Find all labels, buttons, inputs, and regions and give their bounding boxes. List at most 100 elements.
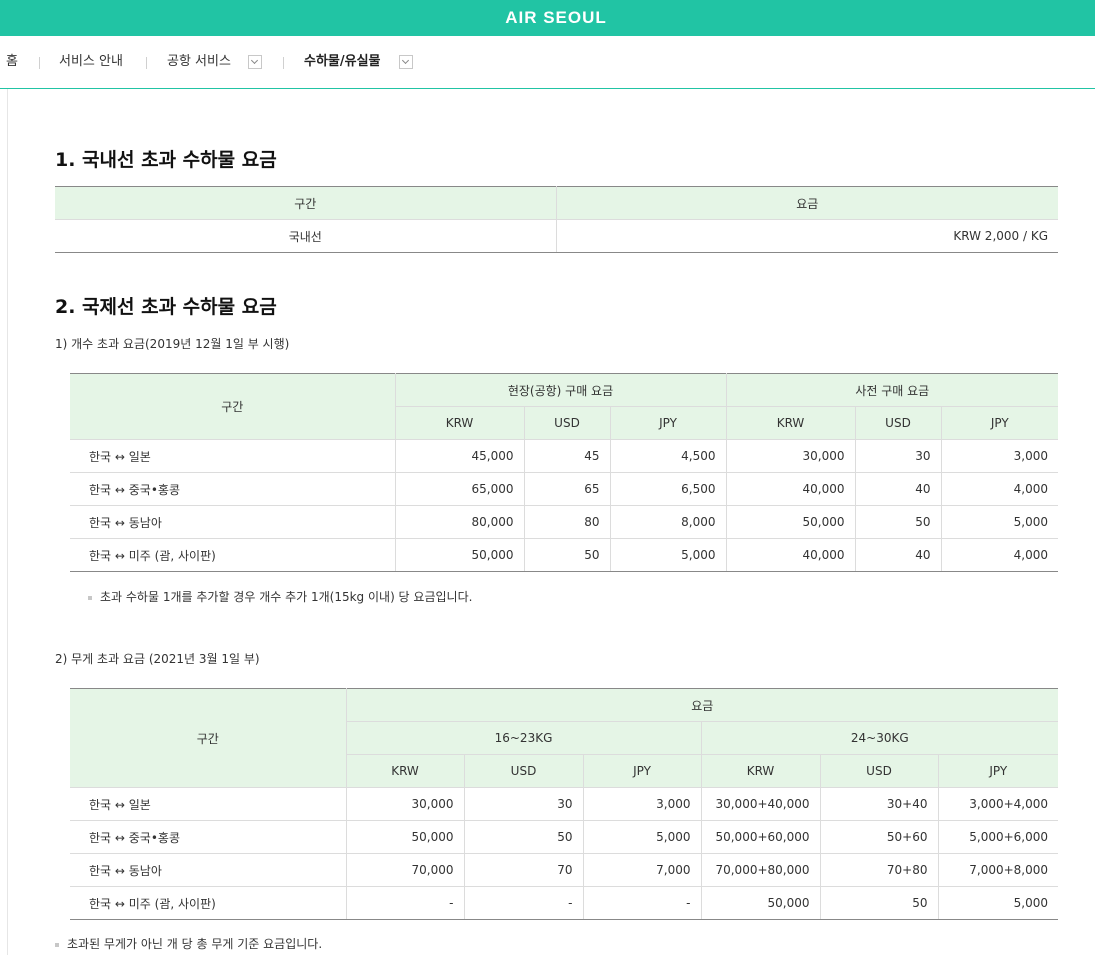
breadcrumb-home[interactable]: 홈 — [6, 36, 18, 88]
weight-fee-note: 초과된 무게가 아닌 개 당 총 무게 기준 요금입니다. — [55, 935, 322, 952]
weight-fee-subtitle: 2) 무게 초과 요금 (2021년 3월 1일 부) — [55, 652, 260, 666]
route-cell: 한국 ↔ 중국•홍콩 — [70, 820, 347, 854]
route-cell: 한국 ↔ 일본 — [70, 787, 347, 821]
fee-cell: 40 — [855, 538, 942, 572]
fee-cell: 50,000+60,000 — [701, 820, 821, 854]
fee-cell: 50,000 — [346, 820, 465, 854]
fee-cell: 50,000 — [395, 538, 525, 572]
fee-cell: 5,000 — [610, 538, 727, 572]
fee-cell: 30,000 — [346, 787, 465, 821]
header-currency: KRW — [395, 406, 525, 440]
header-currency: JPY — [610, 406, 727, 440]
domestic-fee-table: 구간 요금 국내선 KRW 2,000 / KG — [55, 186, 1058, 253]
note-text: 초과 수하물 1개를 추가할 경우 개수 추가 1개(15kg 이내) 당 요금… — [100, 590, 473, 604]
fee-cell: 70,000+80,000 — [701, 853, 821, 887]
table-row: 한국 ↔ 중국•홍콩 65,000 65 6,500 40,000 40 4,0… — [70, 472, 1059, 506]
fee-cell: 50 — [855, 505, 942, 539]
breadcrumb-service-info[interactable]: 서비스 안내 — [59, 36, 123, 88]
header-band-16-23: 16~23KG — [346, 721, 702, 755]
fee-cell: 80,000 — [395, 505, 525, 539]
header-route: 구간 — [70, 688, 347, 788]
fee-cell: 4,500 — [610, 439, 727, 473]
domestic-section-title: 1. 국내선 초과 수하물 요금 — [55, 149, 277, 171]
fee-cell: 5,000 — [938, 886, 1059, 920]
header-currency: KRW — [346, 754, 465, 788]
chevron-down-icon[interactable] — [399, 55, 413, 69]
breadcrumb-separator — [146, 57, 147, 69]
table-row: 한국 ↔ 동남아 80,000 80 8,000 50,000 50 5,000 — [70, 505, 1059, 539]
route-cell: 한국 ↔ 미주 (괌, 사이판) — [70, 538, 396, 572]
breadcrumb-separator — [39, 57, 40, 69]
piece-fee-note: 초과 수하물 1개를 추가할 경우 개수 추가 1개(15kg 이내) 당 요금… — [88, 588, 472, 605]
bullet-icon — [55, 942, 59, 947]
fee-cell: 70,000 — [346, 853, 465, 887]
fee-cell: KRW 2,000 / KG — [556, 219, 1058, 253]
fee-cell: 50,000 — [701, 886, 821, 920]
weight-fee-table: 구간 요금 16~23KG 24~30KG KRW USD JPY KRW US… — [70, 688, 1059, 920]
header-currency: KRW — [726, 406, 856, 440]
table-row: 한국 ↔ 일본 45,000 45 4,500 30,000 30 3,000 — [70, 439, 1059, 473]
fee-cell: 3,000 — [583, 787, 702, 821]
note-text: 초과된 무게가 아닌 개 당 총 무게 기준 요금입니다. — [67, 937, 323, 951]
route-cell: 한국 ↔ 동남아 — [70, 853, 347, 887]
fee-cell: 70 — [464, 853, 584, 887]
fee-cell: - — [346, 886, 465, 920]
header-currency: JPY — [941, 406, 1059, 440]
top-header-bar: AIR SEOUL — [0, 0, 1095, 36]
fee-cell: 40,000 — [726, 538, 856, 572]
table-row: 한국 ↔ 일본 30,000 30 3,000 30,000+40,000 30… — [70, 787, 1059, 821]
fee-cell: 30+40 — [820, 787, 939, 821]
fee-cell: 50 — [820, 886, 939, 920]
fee-cell: 70+80 — [820, 853, 939, 887]
fee-cell: 50,000 — [726, 505, 856, 539]
table-header-row: 구간 현장(공항) 구매 요금 사전 구매 요금 — [70, 373, 1059, 440]
fee-cell: 45,000 — [395, 439, 525, 473]
fee-cell: - — [583, 886, 702, 920]
international-section-title: 2. 국제선 초과 수하물 요금 — [55, 296, 277, 318]
fee-cell: 3,000+4,000 — [938, 787, 1059, 821]
fee-cell: 30 — [855, 439, 942, 473]
table-header-row: 구간 요금 — [55, 186, 1058, 220]
route-cell: 한국 ↔ 일본 — [70, 439, 396, 473]
fee-cell: 50 — [524, 538, 611, 572]
fee-cell: 4,000 — [941, 538, 1059, 572]
breadcrumb: 홈 서비스 안내 공항 서비스 수하물/유실물 — [0, 36, 1095, 89]
fee-cell: 5,000 — [941, 505, 1059, 539]
fee-cell: 8,000 — [610, 505, 727, 539]
fee-cell: 3,000 — [941, 439, 1059, 473]
header-advance-fee: 사전 구매 요금 — [726, 373, 1059, 407]
table-header-row: 구간 요금 — [70, 688, 1059, 788]
fee-cell: 65,000 — [395, 472, 525, 506]
header-currency: USD — [524, 406, 611, 440]
header-currency: KRW — [701, 754, 821, 788]
header-currency: JPY — [938, 754, 1059, 788]
table-row: 한국 ↔ 동남아 70,000 70 7,000 70,000+80,000 7… — [70, 853, 1059, 887]
fee-cell: 30 — [464, 787, 584, 821]
piece-fee-table: 구간 현장(공항) 구매 요금 사전 구매 요금 KRW USD JPY KRW… — [70, 373, 1059, 572]
fee-cell: 4,000 — [941, 472, 1059, 506]
piece-fee-subtitle: 1) 개수 초과 요금(2019년 12월 1일 부 시행) — [55, 337, 290, 351]
fee-cell: 6,500 — [610, 472, 727, 506]
fee-cell: 80 — [524, 505, 611, 539]
breadcrumb-current[interactable]: 수하물/유실물 — [304, 36, 381, 88]
air-seoul-logo[interactable]: AIR SEOUL — [0, 0, 1095, 36]
header-onsite-fee: 현장(공항) 구매 요금 — [395, 373, 727, 407]
table-row: 한국 ↔ 중국•홍콩 50,000 50 5,000 50,000+60,000… — [70, 820, 1059, 854]
header-currency: JPY — [583, 754, 702, 788]
fee-cell: 5,000 — [583, 820, 702, 854]
route-cell: 한국 ↔ 중국•홍콩 — [70, 472, 396, 506]
fee-cell: - — [464, 886, 584, 920]
fee-cell: 30,000 — [726, 439, 856, 473]
route-cell: 한국 ↔ 동남아 — [70, 505, 396, 539]
header-currency: USD — [464, 754, 584, 788]
chevron-down-icon[interactable] — [248, 55, 262, 69]
route-cell: 국내선 — [55, 219, 557, 253]
fee-cell: 30,000+40,000 — [701, 787, 821, 821]
header-currency: USD — [855, 406, 942, 440]
header-fee: 요금 — [556, 186, 1058, 220]
table-row: 한국 ↔ 미주 (괌, 사이판) - - - 50,000 50 5,000 — [70, 886, 1059, 920]
breadcrumb-airport-service[interactable]: 공항 서비스 — [167, 36, 231, 88]
header-band-24-30: 24~30KG — [701, 721, 1059, 755]
route-cell: 한국 ↔ 미주 (괌, 사이판) — [70, 886, 347, 920]
header-route: 구간 — [70, 373, 396, 440]
